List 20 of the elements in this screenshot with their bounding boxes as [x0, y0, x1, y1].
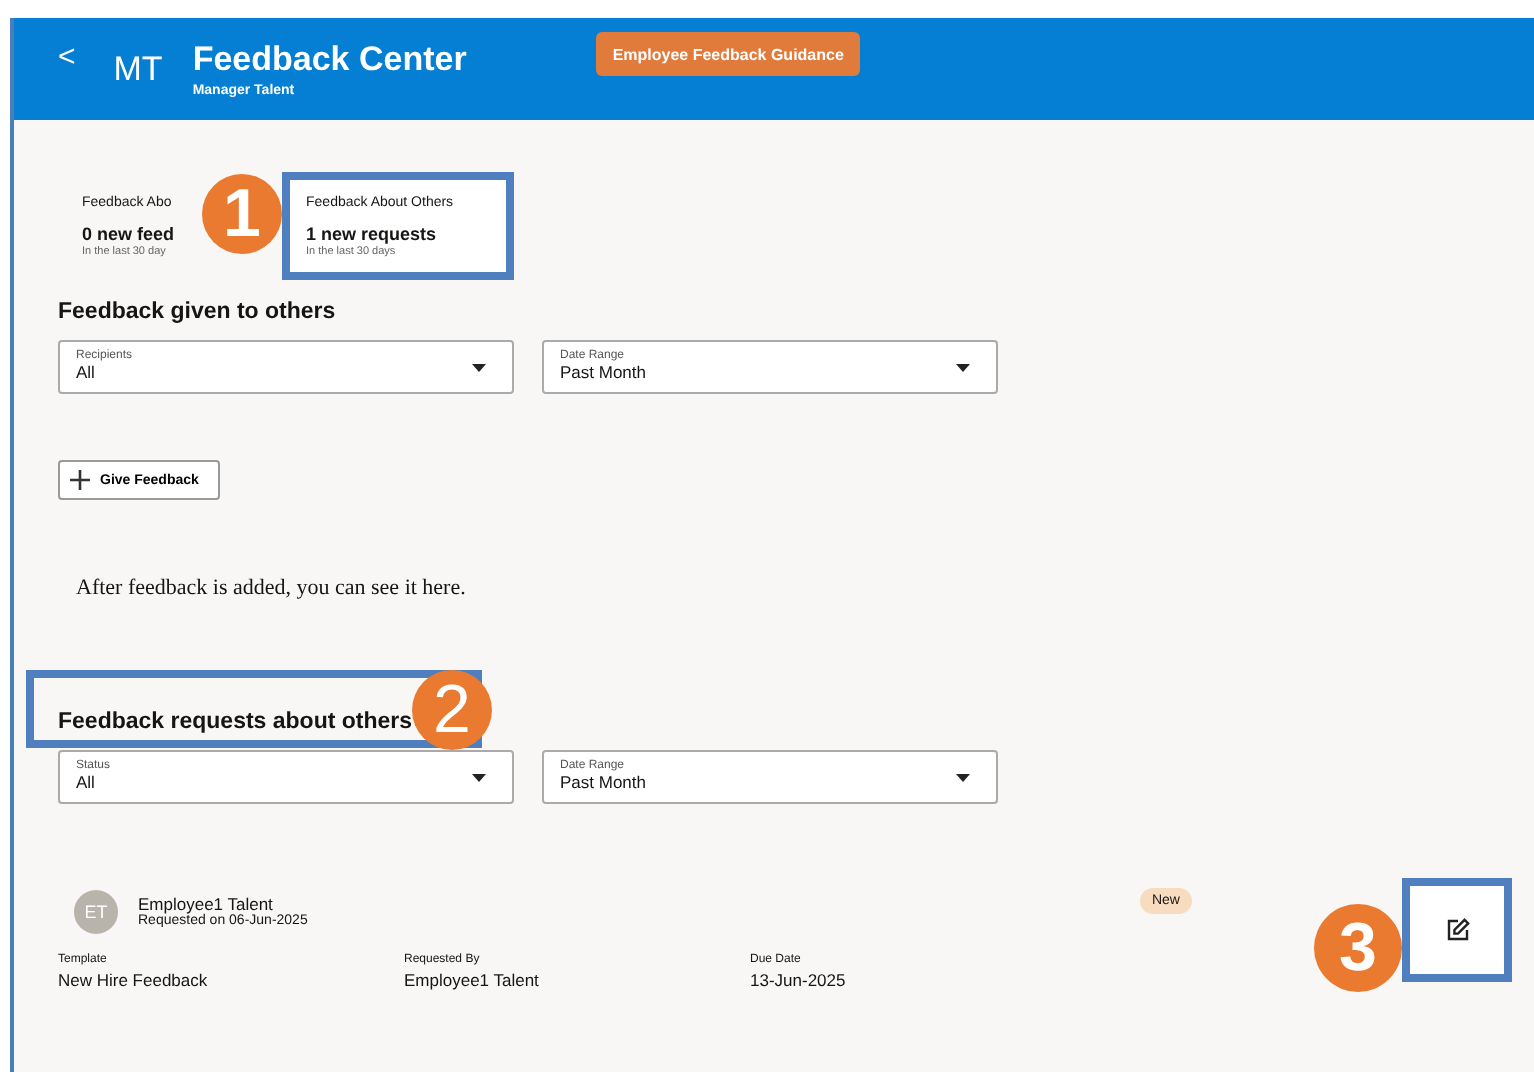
page-title: Feedback Center [192, 40, 467, 80]
caret-icon [956, 774, 970, 782]
section-heading: Feedback given to others [58, 300, 338, 324]
back-button[interactable]: < [58, 40, 76, 74]
employee-name: Employee1 Talent [138, 894, 275, 914]
caret-icon [472, 364, 486, 372]
plus-icon [70, 470, 90, 490]
empty-message: After feedback is added, you can see it here. [76, 576, 468, 600]
caret-icon [472, 774, 486, 782]
tile-count: 1 new requests [306, 224, 439, 244]
app-initials: MT [113, 50, 163, 90]
field-value: Employee1 Talent [404, 970, 541, 990]
avatar: ET [74, 890, 118, 934]
caret-icon [956, 364, 970, 372]
tile-count: 0 new feed [82, 224, 175, 244]
field-value: New Hire Feedback [58, 970, 210, 990]
edit-button[interactable] [1402, 878, 1512, 982]
edit-icon [1445, 918, 1469, 942]
field-value: 13-Jun-2025 [750, 970, 848, 990]
section-heading: Feedback requests about others [58, 710, 415, 734]
